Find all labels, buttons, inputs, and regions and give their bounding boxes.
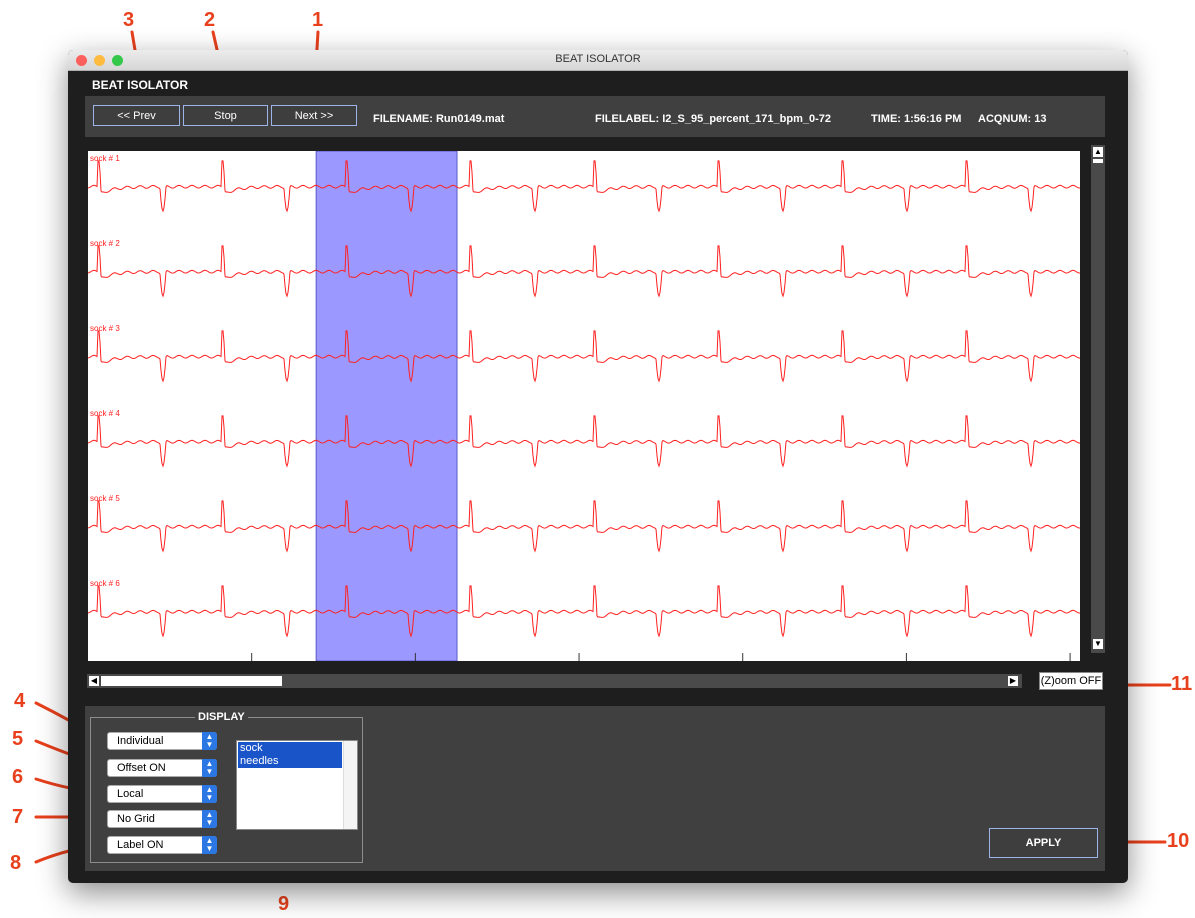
display-mode-value: Individual	[117, 735, 164, 747]
callout-label-5: 5	[12, 728, 24, 750]
lower-panel: DISPLAY Individual ▲ ▼ Offset ON ▲ ▼ Local…	[85, 706, 1105, 871]
listbox-scrollbar[interactable]	[343, 741, 357, 829]
scroll-right-icon[interactable]: ▶	[1008, 676, 1018, 686]
offset-select[interactable]: Offset ON ▲ ▼	[107, 759, 217, 777]
trace-label: sock # 6	[90, 579, 120, 588]
scaling-value: Local	[117, 788, 144, 800]
scroll-up-icon[interactable]: ▲	[1093, 147, 1103, 157]
filename-label: FILENAME: Run0149.mat	[373, 113, 505, 125]
time-label: TIME: 1:56:16 PM	[871, 113, 962, 125]
list-item-sock[interactable]: sock	[238, 742, 342, 755]
scaling-select[interactable]: Local ▲ ▼	[107, 785, 217, 803]
display-group: DISPLAY Individual ▲ ▼ Offset ON ▲ ▼ Local…	[90, 711, 363, 863]
title-bar[interactable]: BEAT ISOLATOR	[68, 50, 1128, 71]
apply-button[interactable]: APPLY	[989, 828, 1098, 858]
prev-button[interactable]: << Prev	[93, 105, 180, 126]
updown-chevron-icon: ▲ ▼	[202, 836, 217, 854]
list-item-needles[interactable]: needles	[238, 755, 342, 768]
stop-button[interactable]: Stop	[183, 105, 268, 126]
zoom-toggle-button[interactable]: (Z)oom OFF	[1039, 672, 1103, 690]
vertical-scroll-thumb[interactable]	[1093, 159, 1103, 163]
selected-beat-highlight[interactable]	[315, 151, 458, 661]
callout-label-3: 3	[123, 9, 135, 31]
updown-chevron-icon: ▲ ▼	[202, 759, 217, 777]
label-select[interactable]: Label ON ▲ ▼	[107, 836, 217, 854]
callout-label-6: 6	[12, 766, 24, 788]
window-title: BEAT ISOLATOR	[555, 53, 641, 65]
trace-line	[88, 160, 1080, 213]
display-mode-select[interactable]: Individual ▲ ▼	[107, 732, 217, 750]
callout-label-11: 11	[1171, 673, 1193, 695]
callout-label-2: 2	[204, 9, 216, 31]
trace-line	[88, 415, 1080, 468]
updown-chevron-icon: ▲ ▼	[202, 810, 217, 828]
trace-label: sock # 3	[90, 324, 120, 333]
trace-label: sock # 1	[90, 154, 120, 163]
horizontal-scrollbar[interactable]: ◀ ▶	[87, 674, 1022, 688]
callout-label-10: 10	[1167, 830, 1190, 852]
acqnum-label: ACQNUM: 13	[978, 113, 1047, 125]
scroll-down-icon[interactable]: ▼	[1093, 639, 1103, 649]
beat-isolator-window: BEAT ISOLATOR BEAT ISOLATOR << Prev Stop…	[68, 50, 1128, 883]
display-title: DISPLAY	[195, 711, 248, 723]
updown-chevron-icon: ▲ ▼	[202, 785, 217, 803]
signal-plot-canvas[interactable]: sock # 1 sock # 2 sock # 3 sock # 4 sock # 5…	[88, 151, 1080, 661]
signal-plot[interactable]: sock # 1 sock # 2 sock # 3 sock # 4 sock # 5…	[88, 151, 1080, 661]
vertical-scrollbar[interactable]: ▲ ▼	[1091, 145, 1105, 653]
callout-label-4: 4	[14, 690, 26, 712]
callout-label-9: 9	[278, 893, 290, 915]
group-listbox[interactable]: sock needles	[236, 740, 358, 830]
trace-line	[88, 585, 1080, 638]
label-value: Label ON	[117, 839, 164, 851]
trace-label: sock # 2	[90, 239, 120, 248]
next-button[interactable]: Next >>	[271, 105, 357, 126]
updown-chevron-icon: ▲ ▼	[202, 732, 217, 750]
filelabel-label: FILELABEL: I2_S_95_percent_171_bpm_0-72	[595, 113, 831, 125]
offset-value: Offset ON	[117, 762, 166, 774]
callout-label-8: 8	[10, 852, 22, 874]
horizontal-scroll-thumb[interactable]	[101, 676, 282, 686]
trace-line	[88, 245, 1080, 298]
scroll-left-icon[interactable]: ◀	[89, 676, 99, 686]
callout-label-7: 7	[12, 806, 24, 828]
trace-line	[88, 500, 1080, 553]
trace-label: sock # 5	[90, 494, 120, 503]
grid-value: No Grid	[117, 813, 155, 825]
toolbar: << Prev Stop Next >> FILENAME: Run0149.m…	[85, 96, 1105, 137]
callout-label-1: 1	[312, 9, 324, 31]
grid-select[interactable]: No Grid ▲ ▼	[107, 810, 217, 828]
trace-label: sock # 4	[90, 409, 120, 418]
trace-line	[88, 330, 1080, 383]
app-title: BEAT ISOLATOR	[92, 78, 188, 92]
